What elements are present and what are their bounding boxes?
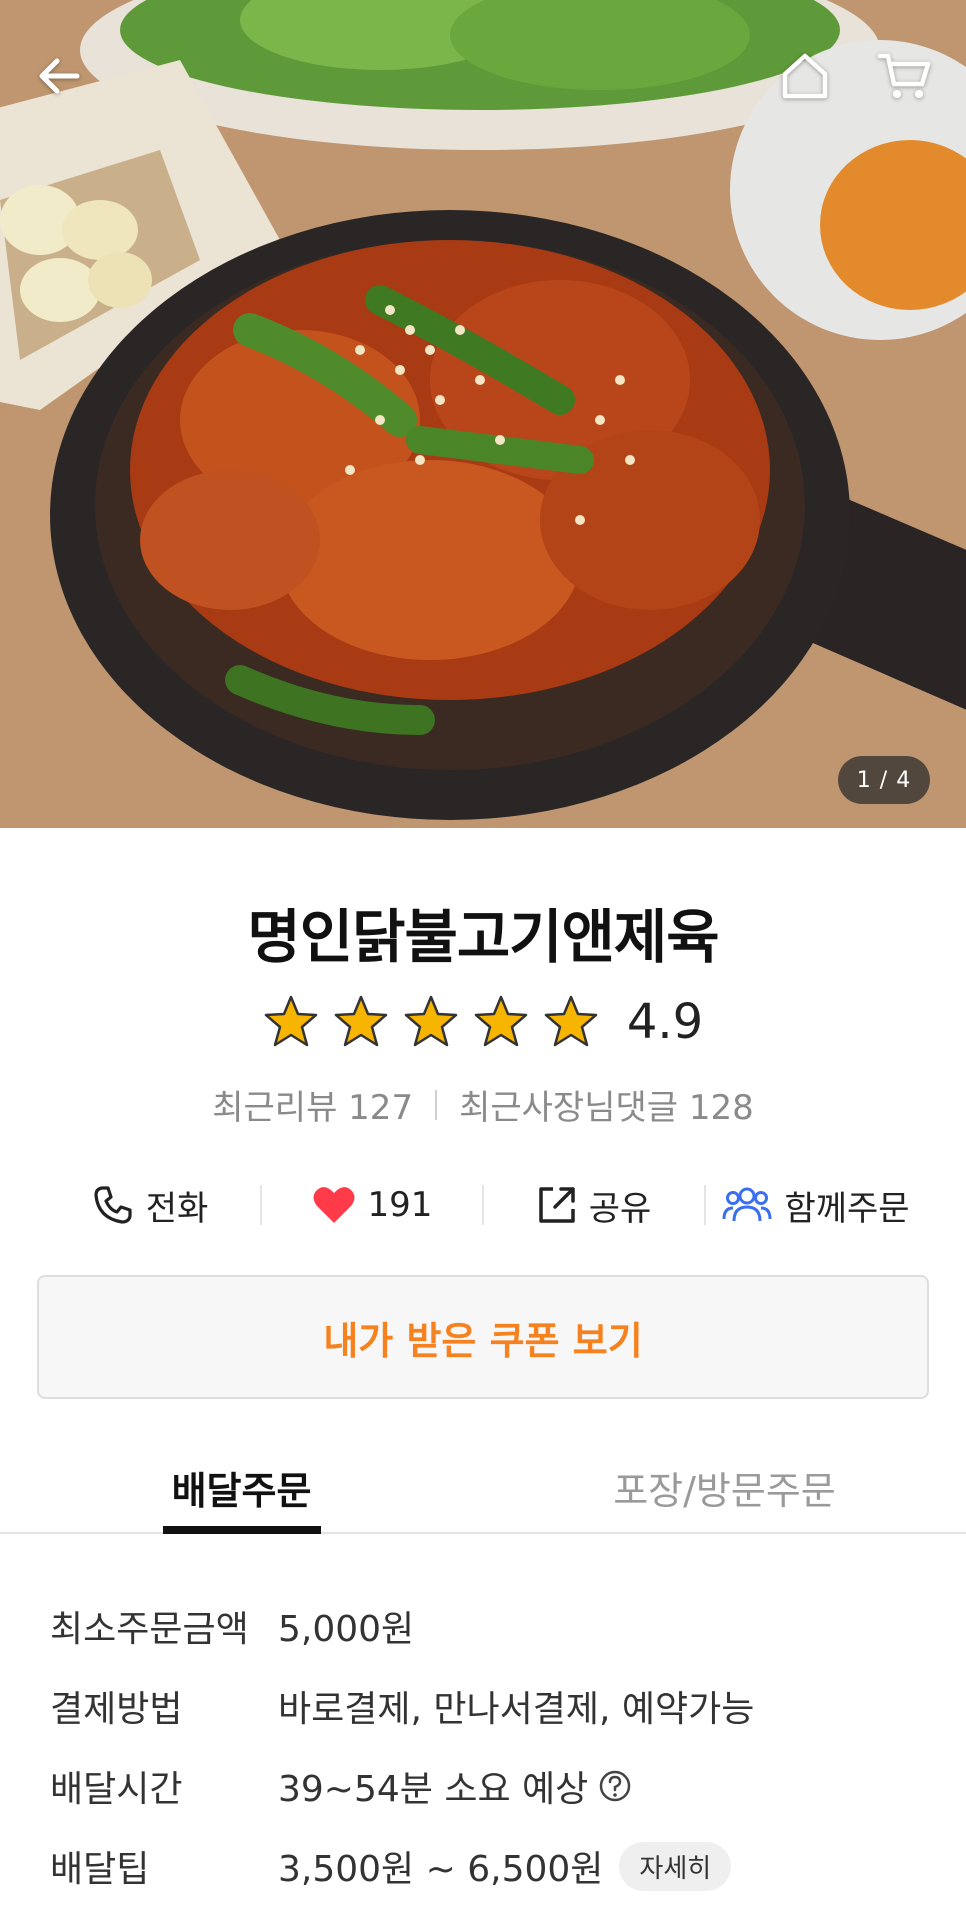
store-photo[interactable]: 1 / 4 (0, 0, 966, 828)
arrow-left-icon (39, 58, 80, 94)
like-count: 191 (367, 1185, 433, 1225)
payment-value: 바로결제, 만나서결제, 예약가능 (278, 1689, 755, 1730)
store-name: 명인닭불고기앤제육 (247, 903, 719, 971)
cart-icon (877, 53, 931, 98)
action-row: 전화 191 공유 함께주문 (40, 1172, 926, 1238)
recent-owner-replies[interactable]: 최근사장님댓글 128 (459, 1080, 754, 1129)
payment-label: 결제방법 (50, 1689, 183, 1730)
star-icon (404, 995, 458, 1047)
group-order-label: 함께주문 (784, 1188, 910, 1229)
info-row-min-order: 최소주문금액 5,000원 (50, 1586, 930, 1666)
delivery-info: 최소주문금액 5,000원 결제방법 바로결제, 만나서결제, 예약가능 배달시… (50, 1586, 930, 1906)
min-order-value: 5,000원 (278, 1609, 415, 1650)
star-icon (264, 995, 318, 1047)
share-button[interactable]: 공유 (484, 1181, 704, 1230)
order-type-tabs: 배달주문 포장/방문주문 (0, 1448, 966, 1534)
star-icon (474, 995, 528, 1047)
delivery-tip-value-wrap: 3,500원 ~ 6,500원 자세히 (278, 1840, 732, 1892)
rating-row[interactable]: 4.9 (0, 990, 966, 1054)
divider (435, 1089, 438, 1120)
info-row-payment: 결제방법 바로결제, 만나서결제, 예약가능 (50, 1666, 930, 1746)
home-icon (782, 53, 828, 99)
tab-delivery[interactable]: 배달주문 (0, 1448, 483, 1532)
home-button[interactable] (769, 40, 841, 112)
rating-value: 4.9 (626, 994, 704, 1050)
call-label: 전화 (145, 1188, 209, 1229)
delivery-tip-label: 배달팁 (50, 1849, 150, 1890)
call-button[interactable]: 전화 (40, 1181, 260, 1230)
review-counts[interactable]: 최근리뷰 127 최근사장님댓글 128 (0, 1080, 966, 1129)
food-photo (0, 0, 966, 828)
star-icon (544, 995, 598, 1047)
info-row-delivery-time: 배달시간 39~54분 소요 예상 (50, 1746, 930, 1826)
help-icon[interactable] (598, 1769, 632, 1803)
heart-icon (313, 1187, 355, 1223)
info-row-delivery-tip: 배달팁 3,500원 ~ 6,500원 자세히 (50, 1826, 930, 1906)
group-order-button[interactable]: 함께주문 (706, 1181, 926, 1230)
share-icon (538, 1187, 575, 1223)
delivery-tip-detail-button[interactable]: 자세히 (619, 1841, 732, 1891)
delivery-time-label: 배달시간 (50, 1769, 183, 1810)
group-users-icon (722, 1187, 772, 1222)
delivery-time-value: 39~54분 소요 예상 (278, 1769, 589, 1810)
tab-pickup[interactable]: 포장/방문주문 (483, 1448, 966, 1532)
delivery-time-value-wrap: 39~54분 소요 예상 (278, 1760, 632, 1812)
like-button[interactable]: 191 (262, 1185, 482, 1225)
phone-icon (94, 1186, 132, 1224)
min-order-label: 최소주문금액 (50, 1609, 249, 1650)
photo-page-indicator: 1 / 4 (838, 756, 930, 804)
cart-button[interactable] (868, 40, 940, 112)
star-icon (334, 995, 388, 1047)
delivery-tip-value: 3,500원 ~ 6,500원 (278, 1849, 604, 1890)
back-button[interactable] (24, 40, 96, 112)
share-label: 공유 (588, 1188, 652, 1229)
recent-reviews[interactable]: 최근리뷰 127 (212, 1080, 413, 1129)
view-coupons-button[interactable]: 내가 받은 쿠폰 보기 (37, 1275, 929, 1399)
